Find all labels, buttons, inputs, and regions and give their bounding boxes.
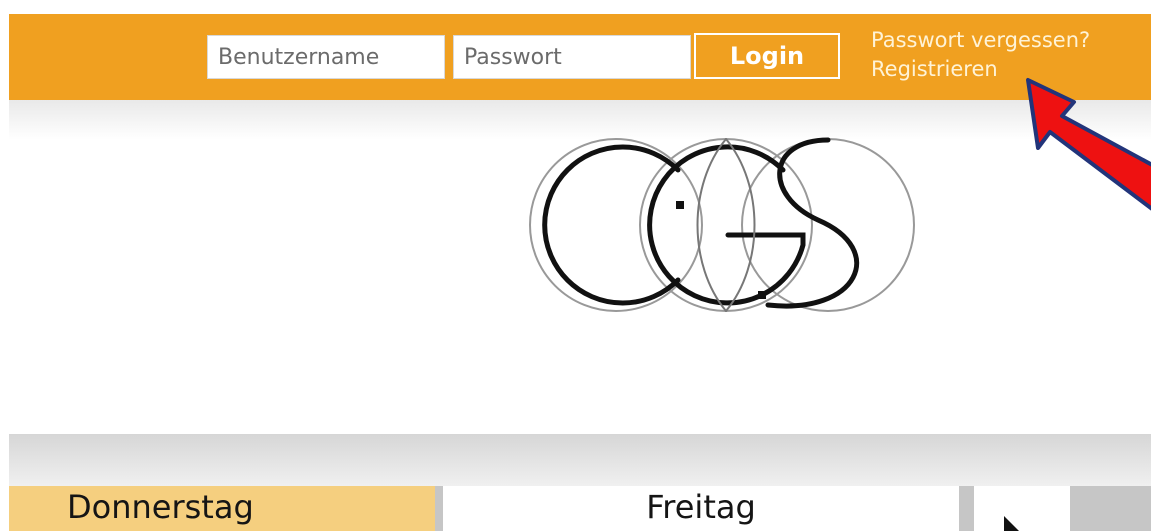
tab-bar-end xyxy=(1070,486,1151,531)
tab-separator xyxy=(435,486,443,531)
triangle-right-icon xyxy=(1004,516,1019,531)
tab-thursday-label: Donnerstag xyxy=(67,488,254,526)
school-logo xyxy=(529,137,915,312)
forgot-password-link[interactable]: Passwort vergessen? xyxy=(871,26,1090,55)
password-input[interactable] xyxy=(453,35,691,79)
next-day-button[interactable] xyxy=(974,486,1070,531)
username-input[interactable] xyxy=(207,35,445,79)
login-header-bar: Login Passwort vergessen? Registrieren xyxy=(9,14,1151,100)
logo-marker xyxy=(676,201,684,209)
red-arrow-icon xyxy=(1026,78,1151,211)
content-divider xyxy=(9,434,1151,486)
tab-separator xyxy=(959,486,974,531)
tab-friday-label: Freitag xyxy=(646,488,756,526)
tab-thursday[interactable]: Donnerstag xyxy=(9,486,435,531)
tab-friday[interactable]: Freitag xyxy=(443,486,959,531)
login-button[interactable]: Login xyxy=(694,33,840,79)
logo-marker xyxy=(758,291,766,299)
top-margin xyxy=(0,0,1151,14)
